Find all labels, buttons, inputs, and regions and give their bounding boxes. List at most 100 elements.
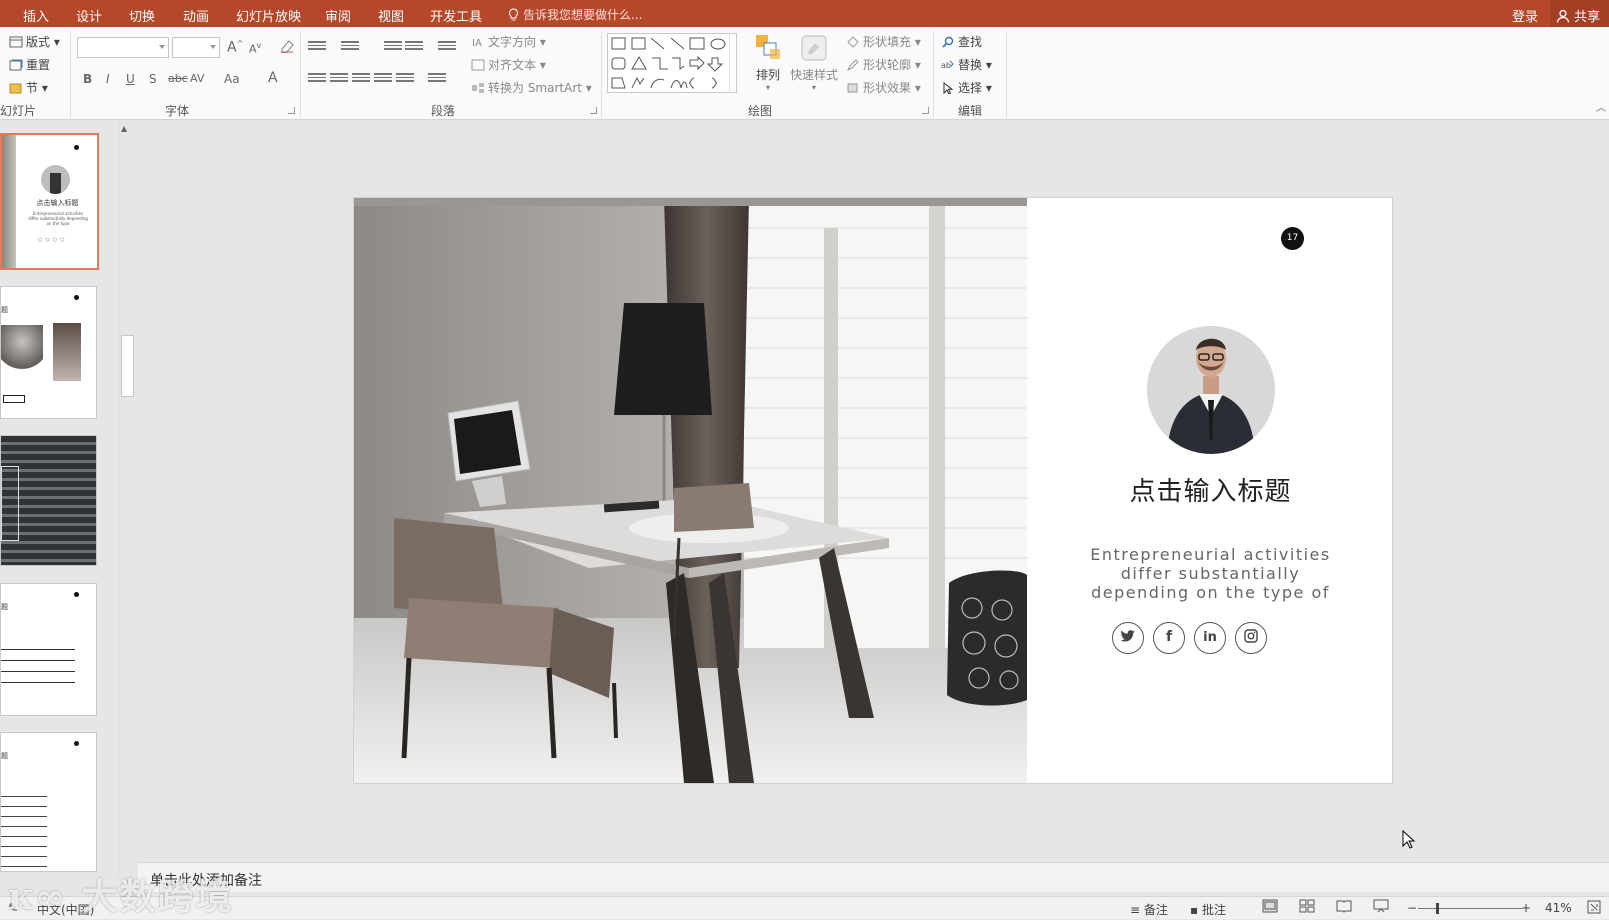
font-color-button[interactable]: A <box>268 70 278 86</box>
zoom-level[interactable]: 41% <box>1545 901 1572 915</box>
tab-developer[interactable]: 开发工具 <box>430 6 482 25</box>
login-link[interactable]: 登录 <box>1512 6 1538 25</box>
font-size-combo[interactable] <box>172 37 220 58</box>
tab-design[interactable]: 设计 <box>76 6 102 25</box>
numbering-icon[interactable] <box>341 39 359 53</box>
notes-toggle-button[interactable]: ≡ 备注 <box>1130 901 1168 918</box>
slide-thumbnail-4[interactable]: 题 <box>0 583 97 716</box>
comments-toggle-button[interactable]: ▪ 批注 <box>1190 901 1226 918</box>
font-dialog-launcher-icon[interactable] <box>288 107 295 114</box>
reading-view-icon[interactable] <box>1336 899 1352 916</box>
pen-icon <box>846 59 859 71</box>
zoom-in-button[interactable]: + <box>1521 901 1531 915</box>
collapse-ribbon-icon[interactable]: ︿ <box>1596 99 1606 114</box>
grow-font-button[interactable]: A^ <box>227 39 243 56</box>
shape-effects-button[interactable]: 形状效果 ▾ <box>846 79 921 96</box>
font-name-combo[interactable] <box>77 37 169 58</box>
tab-insert[interactable]: 插入 <box>23 6 49 25</box>
clear-format-icon[interactable] <box>279 39 295 56</box>
slide-title[interactable]: 点击输入标题 <box>1027 471 1392 508</box>
slideshow-view-icon[interactable] <box>1373 899 1389 916</box>
shapes-gallery-scroll[interactable] <box>729 33 741 93</box>
section-label: 节 <box>26 81 39 95</box>
replace-label: 替换 <box>958 58 983 72</box>
profile-photo[interactable] <box>1147 326 1275 454</box>
desk-scene-image <box>354 198 1027 783</box>
strikethrough-button[interactable]: abc <box>168 72 188 85</box>
tab-animations[interactable]: 动画 <box>183 6 209 25</box>
section-button[interactable]: 节 ▾ <box>9 79 48 96</box>
dropdown-arrow-icon <box>159 45 165 49</box>
line-spacing-icon[interactable] <box>438 39 456 53</box>
current-slide[interactable]: 17 点击输入标题 Entrepreneurial activities dif… <box>353 197 1393 784</box>
smartart-label: 转换为 SmartArt <box>488 81 582 95</box>
office-desk-photo[interactable] <box>354 198 1027 783</box>
bold-button[interactable]: B <box>83 72 92 86</box>
slide-thumbnail-5[interactable]: 题 <box>0 732 97 872</box>
paragraph-dialog-launcher-icon[interactable] <box>590 107 597 114</box>
linkedin-icon[interactable]: in <box>1194 622 1226 654</box>
convert-smartart-button[interactable]: 转换为 SmartArt ▾ <box>471 79 592 96</box>
char-spacing-button[interactable]: AV <box>190 72 204 85</box>
thumbnails-scrollbar[interactable]: ▲ <box>118 121 136 877</box>
arrange-button[interactable]: 排列 ▾ <box>752 33 784 92</box>
desc-line-1: Entrepreneurial activities <box>1090 545 1331 564</box>
slide-description[interactable]: Entrepreneurial activities differ substa… <box>1027 545 1392 602</box>
separator <box>1006 31 1007 117</box>
desc-line-3: depending on the type of <box>1091 583 1330 602</box>
fit-to-window-icon[interactable] <box>1587 900 1601 917</box>
align-text-button[interactable]: 对齐文本 ▾ <box>471 56 546 73</box>
share-button[interactable]: 共享 <box>1550 0 1609 27</box>
replace-button[interactable]: ab 替换 ▾ <box>941 56 992 73</box>
find-button[interactable]: 查找 <box>941 33 982 50</box>
text-direction-button[interactable]: IA 文字方向 ▾ <box>471 33 546 50</box>
reset-button[interactable]: 重置 <box>9 56 50 73</box>
justify-icon[interactable] <box>374 71 392 85</box>
shape-fill-button[interactable]: 形状填充 ▾ <box>846 33 921 50</box>
underline-button[interactable]: U <box>126 72 135 86</box>
align-left-icon[interactable] <box>308 71 326 85</box>
tab-transitions[interactable]: 切换 <box>129 6 155 25</box>
notes-pane[interactable]: 单击此处添加备注 <box>138 862 1609 892</box>
slide-thumbnail-1[interactable]: 点击输入标题 Entrepreneurial activities differ… <box>0 133 99 270</box>
select-button[interactable]: 选择 ▾ <box>941 79 992 96</box>
normal-view-icon[interactable] <box>1262 899 1278 916</box>
paint-bucket-icon <box>847 36 859 48</box>
slide-sorter-icon[interactable] <box>1299 899 1315 916</box>
watermark-logo: ĸ∞ 大数跨境 <box>8 876 234 918</box>
zoom-slider[interactable] <box>1418 908 1522 909</box>
instagram-icon[interactable] <box>1235 622 1267 654</box>
slide-thumbnail-3[interactable] <box>0 435 97 566</box>
shadow-button[interactable]: S <box>149 72 157 86</box>
zoom-slider-thumb[interactable] <box>1436 903 1439 914</box>
shapes-gallery-icons <box>611 37 726 89</box>
align-right-icon[interactable] <box>352 71 370 85</box>
shrink-font-button[interactable]: Av <box>249 41 261 56</box>
bullets-icon[interactable] <box>308 39 326 53</box>
canvas-scrollbar[interactable] <box>1598 121 1609 861</box>
twitter-icon[interactable] <box>1112 622 1144 654</box>
shape-outline-button[interactable]: 形状轮廓 ▾ <box>846 56 921 73</box>
quick-styles-button[interactable]: 快速样式 ▾ <box>789 33 839 92</box>
facebook-icon[interactable]: f <box>1153 622 1185 654</box>
zoom-out-button[interactable]: − <box>1407 901 1417 915</box>
change-case-button[interactable]: Aa <box>224 72 240 86</box>
columns-icon[interactable] <box>428 71 446 85</box>
drawing-dialog-launcher-icon[interactable] <box>922 107 929 114</box>
tab-review[interactable]: 审阅 <box>325 6 351 25</box>
tab-view[interactable]: 视图 <box>378 6 404 25</box>
notes-toggle-label: 备注 <box>1143 903 1168 917</box>
italic-button[interactable]: I <box>106 72 110 86</box>
shapes-gallery[interactable] <box>607 33 737 93</box>
slides-group-label: 幻灯片 <box>0 104 37 118</box>
tab-slideshow[interactable]: 幻灯片放映 <box>236 6 301 25</box>
increase-indent-icon[interactable] <box>405 39 423 53</box>
slide-thumbnail-2[interactable]: 题 <box>0 286 97 419</box>
tell-me-box[interactable]: 告诉我您想要做什么... <box>508 6 642 23</box>
layout-button[interactable]: 版式 ▾ <box>9 33 60 50</box>
scroll-up-icon[interactable]: ▲ <box>121 124 127 133</box>
decrease-indent-icon[interactable] <box>384 39 402 53</box>
thumbnails-scroll-thumb[interactable] <box>121 335 134 397</box>
align-center-icon[interactable] <box>330 71 348 85</box>
distributed-icon[interactable] <box>396 71 414 85</box>
